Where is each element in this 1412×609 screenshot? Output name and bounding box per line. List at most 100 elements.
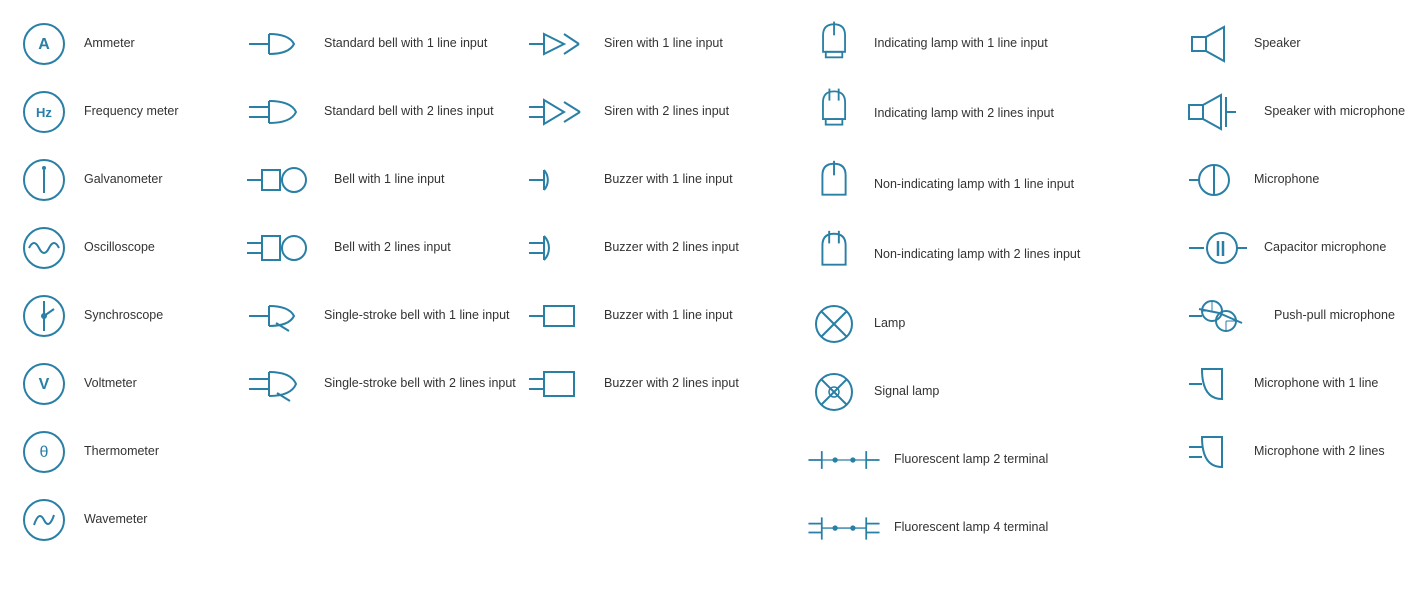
symbol-single-bell-2 (244, 359, 314, 409)
svg-text:Hz: Hz (36, 105, 52, 120)
item-buzzer-2lines: Buzzer with 2 lines input (520, 214, 800, 282)
item-ind-lamp-1: Indicating lamp with 1 line input (800, 10, 1180, 78)
label-siren-1: Siren with 1 line input (604, 35, 723, 53)
symbol-speaker-mic (1184, 87, 1254, 137)
symbol-wavemeter (14, 495, 74, 545)
col-audio: Speaker Speaker with microphone (1180, 10, 1412, 562)
item-bell-1: Bell with 1 line input (240, 146, 520, 214)
item-cap-microphone: Capacitor microphone (1180, 214, 1412, 282)
label-ind-lamp-1: Indicating lamp with 1 line input (874, 35, 1048, 53)
item-bell-2: Bell with 2 lines input (240, 214, 520, 282)
symbol-lamp (804, 299, 864, 349)
label-oscilloscope: Oscilloscope (84, 239, 155, 257)
label-std-bell-2: Standard bell with 2 lines input (324, 103, 494, 121)
symbol-std-bell-2 (244, 87, 314, 137)
label-mic-2lines: Microphone with 2 lines (1254, 443, 1385, 461)
symbol-buzzer-1line (524, 155, 594, 205)
col-meters: A Ammeter Hz Frequency meter (10, 10, 240, 562)
item-voltmeter: V Voltmeter (10, 350, 240, 418)
label-wavemeter: Wavemeter (84, 511, 147, 529)
symbol-push-pull-mic (1184, 291, 1264, 341)
label-push-pull-mic: Push-pull microphone (1274, 307, 1395, 325)
item-single-bell-1: Single-stroke bell with 1 line input (240, 282, 520, 350)
label-std-bell-1: Standard bell with 1 line input (324, 35, 487, 53)
symbol-microphone (1184, 155, 1244, 205)
item-non-ind-lamp-1: Non-indicating lamp with 1 line input (800, 150, 1180, 220)
label-galvanometer: Galvanometer (84, 171, 163, 189)
label-mic-1line: Microphone with 1 line (1254, 375, 1378, 393)
label-siren-2: Siren with 2 lines input (604, 103, 729, 121)
item-fluor-4: Fluorescent lamp 4 terminal (800, 494, 1180, 562)
symbol-std-bell-1 (244, 19, 314, 69)
label-cap-microphone: Capacitor microphone (1264, 239, 1386, 257)
label-bell-2: Bell with 2 lines input (334, 239, 451, 257)
label-fluor-4: Fluorescent lamp 4 terminal (894, 519, 1048, 537)
item-std-bell-2: Standard bell with 2 lines input (240, 78, 520, 146)
item-std-bell-1: Standard bell with 1 line input (240, 10, 520, 78)
item-buzzer-box-2: Buzzer with 2 lines input (520, 350, 800, 418)
symbol-ammeter: A (14, 19, 74, 69)
label-frequency-meter: Frequency meter (84, 103, 178, 121)
col-lamps: Indicating lamp with 1 line input Indica… (800, 10, 1180, 562)
symbol-buzzer-box-2 (524, 359, 594, 409)
item-signal-lamp: Signal lamp (800, 358, 1180, 426)
symbol-oscilloscope (14, 223, 74, 273)
symbol-galvanometer (14, 155, 74, 205)
item-lamp: Lamp (800, 290, 1180, 358)
item-galvanometer: Galvanometer (10, 146, 240, 214)
item-speaker: Speaker (1180, 10, 1412, 78)
symbol-buzzer-2lines (524, 223, 594, 273)
symbol-speaker (1184, 19, 1244, 69)
symbol-voltmeter: V (14, 359, 74, 409)
label-buzzer-box-1: Buzzer with 1 line input (604, 307, 733, 325)
symbol-fluor-4 (804, 506, 884, 551)
col-sirens-buzzers: Siren with 1 line input Siren with 2 lin… (520, 10, 800, 562)
label-buzzer-2lines: Buzzer with 2 lines input (604, 239, 739, 257)
item-mic-2lines: Microphone with 2 lines (1180, 418, 1412, 486)
item-non-ind-lamp-2: Non-indicating lamp with 2 lines input (800, 220, 1180, 290)
label-lamp: Lamp (874, 315, 905, 333)
item-single-bell-2: Single-stroke bell with 2 lines input (240, 350, 520, 418)
label-speaker-mic: Speaker with microphone (1264, 103, 1405, 121)
symbol-cap-microphone (1184, 221, 1254, 276)
item-frequency-meter: Hz Frequency meter (10, 78, 240, 146)
symbol-non-ind-lamp-1 (804, 156, 864, 214)
symbol-siren-1 (524, 19, 594, 69)
symbol-signal-lamp (804, 367, 864, 417)
label-buzzer-1line: Buzzer with 1 line input (604, 171, 733, 189)
label-microphone: Microphone (1254, 171, 1319, 189)
main-grid: A Ammeter Hz Frequency meter (0, 0, 1412, 572)
label-bell-1: Bell with 1 line input (334, 171, 444, 189)
label-non-ind-lamp-1: Non-indicating lamp with 1 line input (874, 176, 1074, 194)
label-fluor-2: Fluorescent lamp 2 terminal (894, 451, 1048, 469)
item-ind-lamp-2: Indicating lamp with 2 lines input (800, 78, 1180, 150)
label-voltmeter: Voltmeter (84, 375, 137, 393)
label-single-bell-1: Single-stroke bell with 1 line input (324, 307, 510, 325)
item-ammeter: A Ammeter (10, 10, 240, 78)
item-buzzer-box-1: Buzzer with 1 line input (520, 282, 800, 350)
symbol-ind-lamp-1 (804, 17, 864, 72)
item-synchroscope: Synchroscope (10, 282, 240, 350)
label-speaker: Speaker (1254, 35, 1301, 53)
item-speaker-mic: Speaker with microphone (1180, 78, 1412, 146)
symbol-buzzer-box-1 (524, 291, 594, 341)
label-signal-lamp: Signal lamp (874, 383, 939, 401)
symbol-bell-1 (244, 155, 324, 205)
label-non-ind-lamp-2: Non-indicating lamp with 2 lines input (874, 246, 1080, 264)
symbol-siren-2 (524, 87, 594, 137)
item-siren-1: Siren with 1 line input (520, 10, 800, 78)
col-bells: Standard bell with 1 line input Standard… (240, 10, 520, 562)
item-oscilloscope: Oscilloscope (10, 214, 240, 282)
svg-text:V: V (39, 376, 50, 393)
symbol-synchroscope (14, 291, 74, 341)
item-buzzer-1line: Buzzer with 1 line input (520, 146, 800, 214)
item-thermometer: θ Thermometer (10, 418, 240, 486)
item-fluor-2: Fluorescent lamp 2 terminal (800, 426, 1180, 494)
item-siren-2: Siren with 2 lines input (520, 78, 800, 146)
svg-text:A: A (38, 36, 50, 53)
symbol-non-ind-lamp-2 (804, 226, 864, 284)
label-synchroscope: Synchroscope (84, 307, 163, 325)
symbol-single-bell-1 (244, 291, 314, 341)
symbol-mic-2lines (1184, 427, 1244, 477)
symbol-ind-lamp-2 (804, 84, 864, 144)
